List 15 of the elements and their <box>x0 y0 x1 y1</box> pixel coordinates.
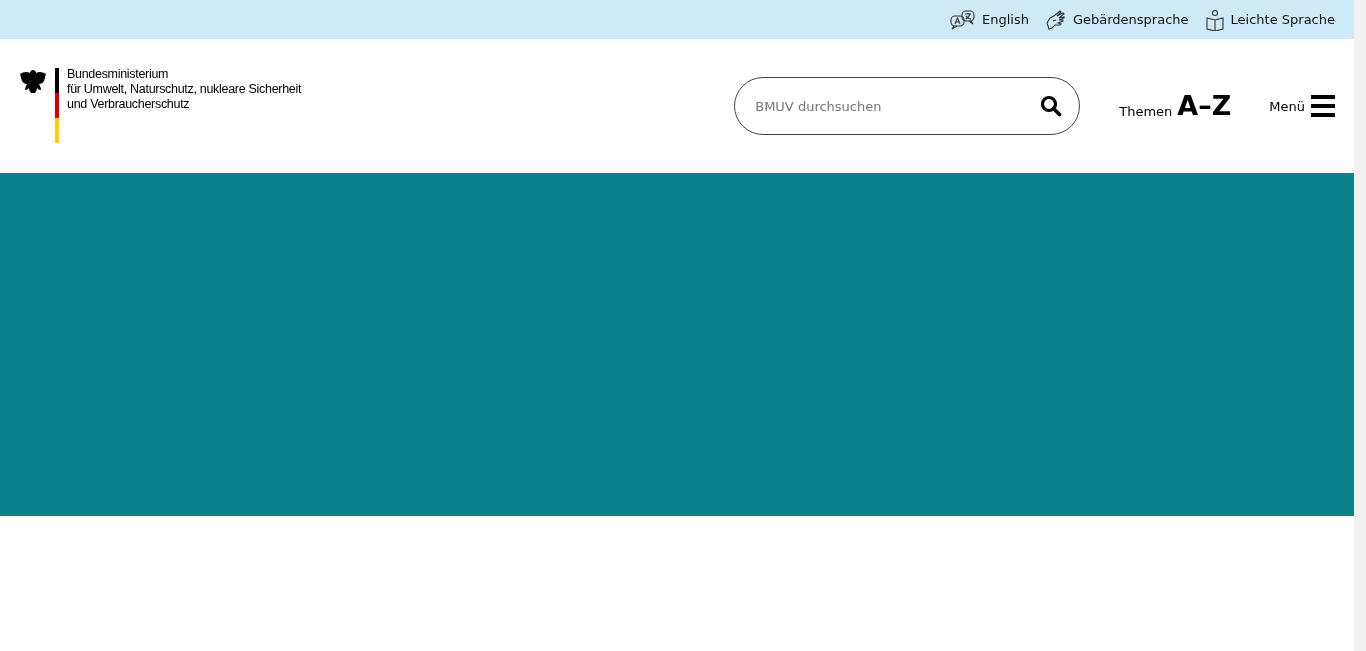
search-icon <box>1040 95 1063 117</box>
top-link[interactable]: Gebärdensprache <box>1044 8 1189 31</box>
hand-icon <box>1044 8 1067 31</box>
menu-icon <box>1311 95 1335 117</box>
search-field[interactable]: BMUV durchsuchen <box>734 77 1081 135</box>
ministry-name: Bundesministerium für Umwelt, Naturschutz, nukleare Sicherheit und Verbraucherschutz <box>67 67 302 113</box>
scrollbar-track[interactable] <box>1354 0 1366 651</box>
book-reader-icon <box>1204 8 1225 31</box>
topics-link[interactable]: Themen A–Z <box>1119 93 1232 119</box>
menu-button[interactable]: Menü <box>1269 95 1335 117</box>
speech-bubbles-icon <box>949 9 976 30</box>
top-link[interactable]: Leichte Sprache <box>1204 8 1335 31</box>
search-button[interactable] <box>1040 95 1063 117</box>
ministry-logo[interactable]: Bundesministerium für Umwelt, Naturschutz, nukleare Sicherheit und Verbraucherschutz <box>19 68 302 143</box>
top-link[interactable]: English <box>949 9 1029 30</box>
